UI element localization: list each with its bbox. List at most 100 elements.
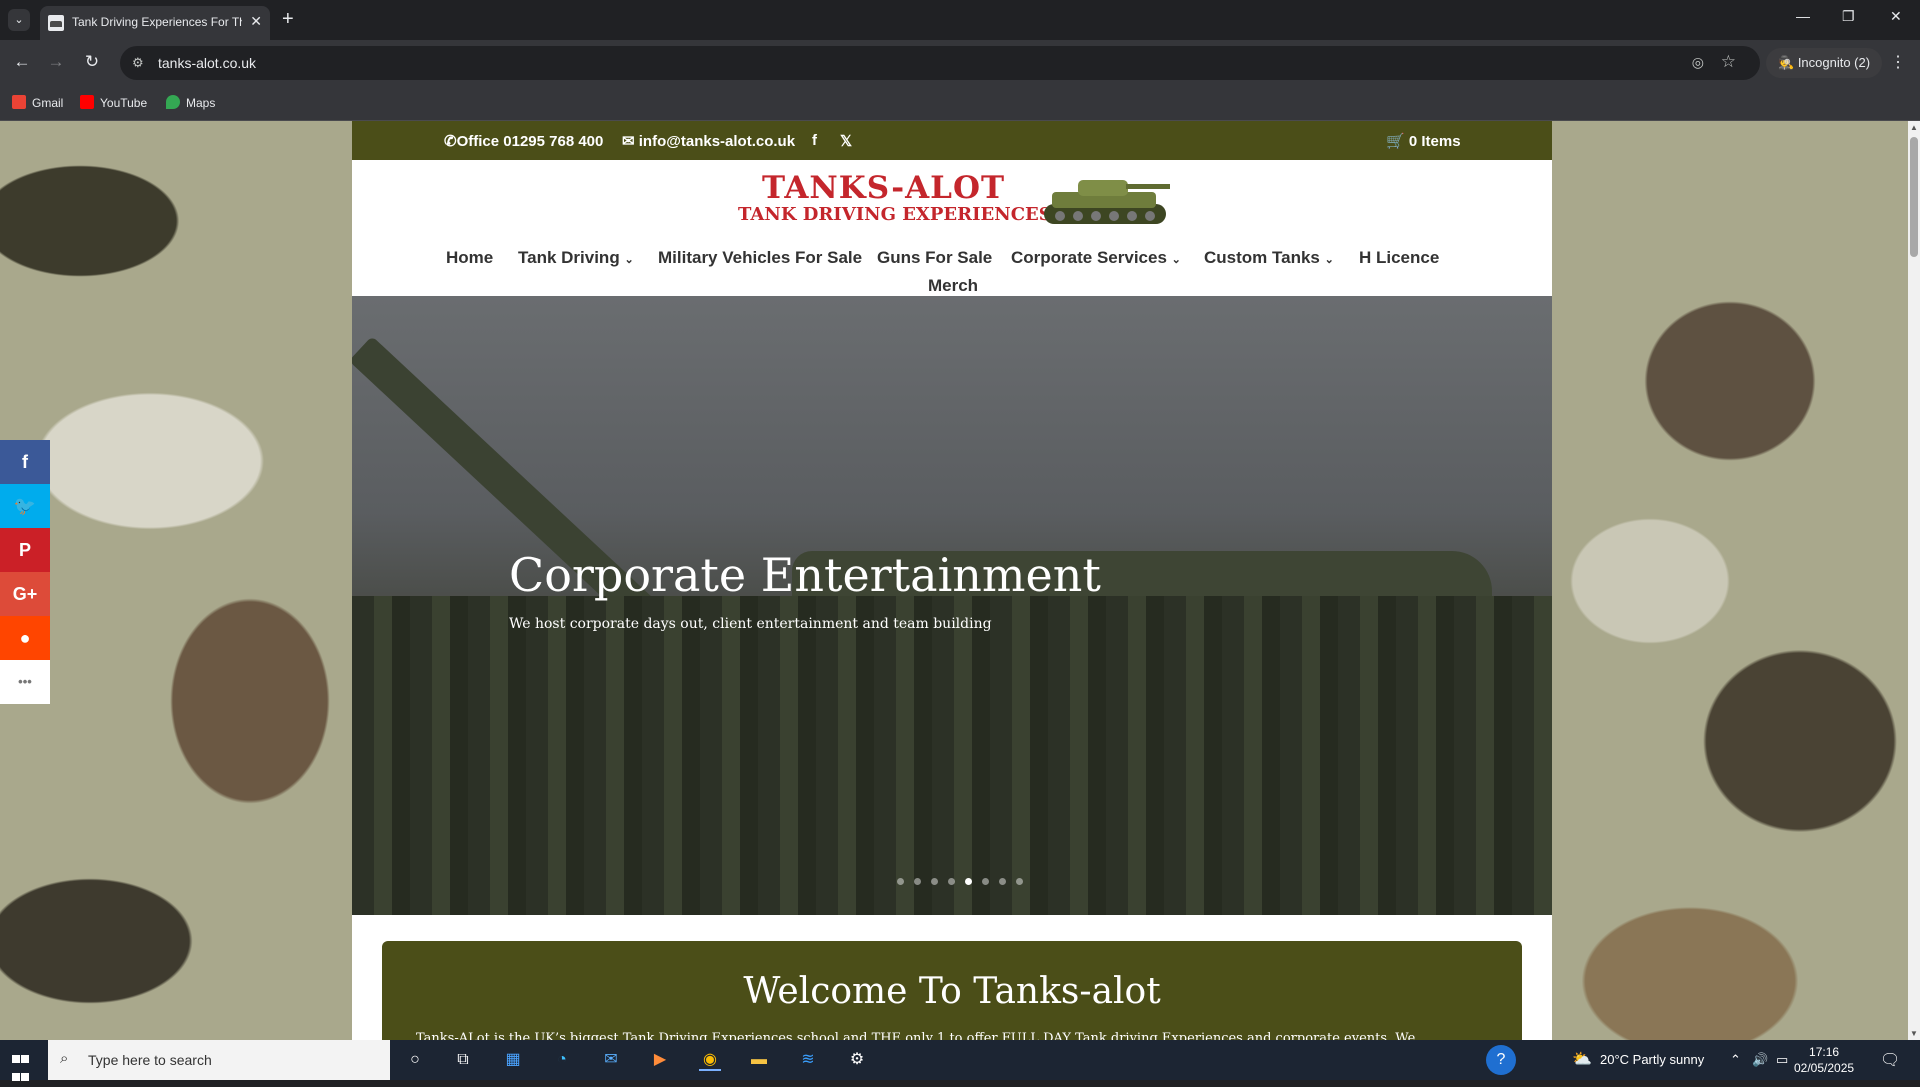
phone-icon: ✆ [444,133,457,150]
scroll-down-icon[interactable]: ▼ [1910,1029,1918,1038]
volume-icon[interactable]: 🔊 [1752,1052,1768,1068]
facebook-icon[interactable]: f [0,440,50,484]
nav-h-licence[interactable]: H Licence [1359,248,1439,268]
bookmark-youtube[interactable]: YouTube [80,95,147,110]
weather-text[interactable]: 20°C Partly sunny [1600,1052,1704,1067]
clock-date: 02/05/2025 [1794,1061,1855,1075]
bookmark-label: Gmail [32,96,64,110]
slider-dot[interactable] [897,878,904,885]
active-tab[interactable]: Tank Driving Experiences For Th ✕ [40,6,270,40]
system-clock[interactable]: 17:16 02/05/2025 [1794,1044,1854,1076]
x-header-icon[interactable]: 𝕏 [840,132,852,150]
facebook-header-icon[interactable]: f [812,132,817,149]
clock-time: 17:16 [1809,1045,1840,1059]
gmail-icon [12,95,26,109]
new-tab-icon[interactable]: + [282,8,294,30]
close-tab-icon[interactable]: ✕ [250,13,262,30]
browser-toolbar: ← → ↻ ⚙ tanks-alot.co.uk ◎ ☆ 🕵 Incognito… [0,40,1920,86]
restore-icon[interactable]: ❐ [1842,8,1855,25]
taskbar-search[interactable]: ⌕ Type here to search [48,1040,390,1080]
group-photo-image [352,596,1552,915]
site-favicon-icon [48,15,64,31]
url-text[interactable]: tanks-alot.co.uk [158,55,256,71]
nav-home[interactable]: Home [446,248,493,268]
reload-icon[interactable]: ↻ [82,52,102,72]
main-nav: Home Tank Driving ⌄ Military Vehicles Fo… [352,228,1552,295]
chevron-down-icon: ⌄ [1324,254,1334,266]
chrome-icon[interactable]: ◉ [699,1049,721,1071]
nav-military-vehicles[interactable]: Military Vehicles For Sale [658,248,862,268]
tracking-protection-icon[interactable]: ◎ [1692,54,1704,71]
bookmark-maps[interactable]: Maps [166,95,215,110]
phone-link[interactable]: ✆Office 01295 768 400 [444,132,603,150]
hero-subtitle: We host corporate days out, client enter… [509,616,992,632]
forward-icon[interactable]: → [46,52,66,72]
nav-label: Corporate Services [1011,248,1167,267]
more-icon[interactable]: ••• [0,660,50,704]
cart-icon: 🛒 [1386,133,1409,150]
nav-custom-tanks[interactable]: Custom Tanks ⌄ [1204,248,1334,268]
bookmark-star-icon[interactable]: ☆ [1721,52,1736,72]
address-bar[interactable]: ⚙ tanks-alot.co.uk ◎ ☆ [120,46,1760,80]
slider-dot[interactable] [999,878,1006,885]
back-icon[interactable]: ← [12,52,32,72]
envelope-icon: ✉ [622,133,639,150]
media-icon[interactable]: ▶ [649,1049,671,1071]
tab-search-button[interactable]: ⌄ [8,9,30,31]
slider-dot[interactable] [948,878,955,885]
phone-text: Office 01295 768 400 [456,133,604,150]
hero-title: Corporate Entertainment [509,548,1101,602]
window-close-icon[interactable]: ✕ [1890,8,1902,25]
incognito-label: Incognito (2) [1797,55,1871,70]
browser-menu-icon[interactable]: ⋮ [1890,52,1906,72]
show-hidden-icons-icon[interactable]: ⌃ [1730,1052,1741,1068]
slider-dot[interactable] [1016,878,1023,885]
settings-gear-icon[interactable]: ⚙ [846,1049,868,1071]
slider-dot[interactable] [914,878,921,885]
site-logo[interactable]: TANKS-ALOT TANK DRIVING EXPERIENCES [728,168,1170,230]
twitter-icon[interactable]: 🐦 [0,484,50,528]
start-windows-icon[interactable] [12,1051,30,1087]
slider-dot[interactable] [965,878,972,885]
social-share-bar: f 🐦 P G+ ● ••• [0,440,50,704]
welcome-title: Welcome To Tanks-alot [743,971,1161,1012]
nav-label: Custom Tanks [1204,248,1320,267]
email-text: info@tanks-alot.co.uk [638,133,796,150]
slider-dot[interactable] [931,878,938,885]
search-placeholder: Type here to search [88,1052,212,1068]
welcome-section: Welcome To Tanks-alot Tanks-ALot is the … [382,941,1522,1040]
cortana-icon[interactable]: ○ [404,1049,426,1071]
network-icon[interactable]: ▭ [1776,1052,1788,1068]
reddit-icon[interactable]: ● [0,616,50,660]
page-scrollbar[interactable]: ▲ ▼ [1908,121,1920,1040]
edge-icon[interactable]: ◔ [551,1049,573,1071]
scroll-up-icon[interactable]: ▲ [1910,123,1918,132]
incognito-badge[interactable]: 🕵 Incognito (2) [1766,48,1883,78]
nav-corporate-services[interactable]: Corporate Services ⌄ [1011,248,1181,268]
tab-title: Tank Driving Experiences For Th [72,15,242,29]
site-info-icon[interactable]: ⚙ [132,55,148,71]
bookmark-gmail[interactable]: Gmail [12,95,63,110]
email-link[interactable]: ✉ info@tanks-alot.co.uk [622,132,795,150]
scrollbar-thumb[interactable] [1910,137,1918,257]
nav-tank-driving[interactable]: Tank Driving ⌄ [518,248,634,268]
file-explorer-icon[interactable]: ▬ [748,1049,770,1071]
slider-dot[interactable] [982,878,989,885]
maps-icon [166,95,180,109]
notifications-icon[interactable]: 🗨 [1880,1050,1900,1070]
nav-merch[interactable]: Merch [928,276,978,296]
help-icon[interactable]: ? [1486,1045,1516,1075]
cart-link[interactable]: 🛒 0 Items [1386,132,1461,150]
bookmarks-bar: Gmail YouTube Maps [0,86,1920,121]
google-plus-icon[interactable]: G+ [0,572,50,616]
wifi-app-icon[interactable]: ≋ [797,1049,819,1071]
nav-guns[interactable]: Guns For Sale [877,248,992,268]
pinterest-icon[interactable]: P [0,528,50,572]
mail-icon[interactable]: ✉ [600,1049,622,1071]
hero-slider[interactable]: Corporate Entertainment We host corporat… [352,296,1552,915]
minimize-icon[interactable]: — [1796,8,1810,24]
task-view-icon[interactable]: ⧉ [452,1049,474,1071]
cart-text: 0 Items [1408,133,1461,150]
store-icon[interactable]: ▦ [502,1049,524,1071]
bookmark-label: Maps [186,96,216,110]
